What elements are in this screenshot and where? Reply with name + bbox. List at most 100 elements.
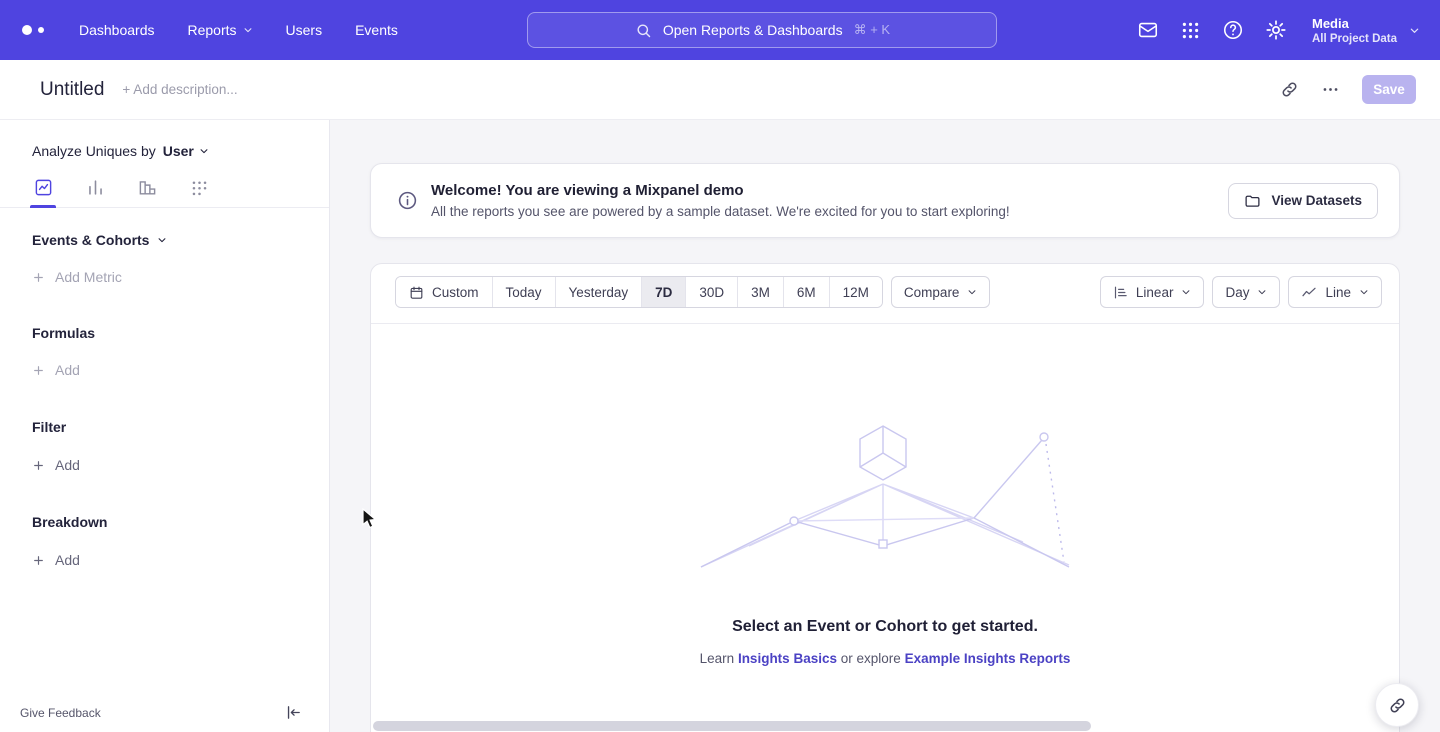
chevron-down-icon xyxy=(1181,287,1191,297)
apps-grid-icon[interactable] xyxy=(1180,20,1201,41)
range-30d-button[interactable]: 30D xyxy=(686,277,738,307)
help-icon[interactable] xyxy=(1222,19,1244,41)
range-6m-button[interactable]: 6M xyxy=(784,277,830,307)
tab-flows[interactable] xyxy=(185,178,213,207)
range-label: Today xyxy=(506,285,542,300)
analyze-row: Analyze Uniques by User xyxy=(0,143,329,159)
nav-item-users[interactable]: Users xyxy=(286,22,323,38)
chart-type-label: Line xyxy=(1325,285,1351,300)
range-12m-button[interactable]: 12M xyxy=(830,277,882,307)
section-label: Filter xyxy=(32,419,66,435)
folder-icon xyxy=(1244,192,1261,209)
add-formula-button[interactable]: Add xyxy=(32,362,297,378)
search-placeholder: Open Reports & Dashboards xyxy=(663,22,843,38)
compare-label: Compare xyxy=(904,285,960,300)
scale-label: Linear xyxy=(1136,285,1174,300)
learn-text: Learn xyxy=(700,651,735,666)
compare-dropdown[interactable]: Compare xyxy=(891,276,991,308)
mixpanel-logo[interactable] xyxy=(22,25,44,35)
horizontal-scrollbar-thumb[interactable] xyxy=(373,721,1091,731)
range-label: 30D xyxy=(699,285,724,300)
chevron-down-icon xyxy=(1257,287,1267,297)
give-feedback-link[interactable]: Give Feedback xyxy=(20,706,101,720)
example-insights-reports-link[interactable]: Example Insights Reports xyxy=(905,651,1071,666)
chart-display-controls: Linear Day Line xyxy=(1100,276,1382,308)
range-today-button[interactable]: Today xyxy=(493,277,556,307)
insights-basics-link[interactable]: Insights Basics xyxy=(738,651,837,666)
project-workspace: All Project Data xyxy=(1312,33,1397,45)
visualization-tabs xyxy=(0,178,329,208)
logo-dot-large xyxy=(22,25,32,35)
tab-funnel[interactable] xyxy=(133,178,161,207)
nav-right-actions: Media All Project Data xyxy=(1137,16,1420,45)
empty-state-title: Select an Event or Cohort to get started… xyxy=(732,618,1038,636)
copy-link-icon[interactable] xyxy=(1280,80,1299,99)
date-range-segmented-control: Custom Today Yesterday 7D 30D 3M 6M 12M xyxy=(395,276,883,308)
chart-toolbar: Custom Today Yesterday 7D 30D 3M 6M 12M … xyxy=(371,264,1399,324)
range-label: 6M xyxy=(797,285,816,300)
add-label: Add xyxy=(55,362,80,378)
logo-dot-small xyxy=(38,27,44,33)
link-icon xyxy=(1388,696,1407,715)
share-link-fab[interactable] xyxy=(1375,683,1419,727)
interval-dropdown[interactable]: Day xyxy=(1212,276,1280,308)
add-filter-button[interactable]: Add xyxy=(32,457,297,473)
tab-insights[interactable] xyxy=(29,178,57,207)
add-description-field[interactable]: + Add description... xyxy=(122,82,237,97)
header-actions: Save xyxy=(1280,75,1416,104)
report-title[interactable]: Untitled xyxy=(40,79,104,101)
analyze-by-dropdown[interactable]: User xyxy=(163,143,209,159)
analyze-label: Analyze Uniques by xyxy=(32,143,156,159)
chevron-down-icon xyxy=(157,235,167,245)
top-navbar: Dashboards Reports Users Events Open Rep… xyxy=(0,0,1440,60)
line-chart-icon xyxy=(1301,284,1317,300)
nav-item-events[interactable]: Events xyxy=(355,22,398,38)
plus-icon xyxy=(32,271,45,284)
line-chart-frame-icon xyxy=(34,178,53,197)
bar-chart-icon xyxy=(86,178,105,197)
breakdown-section: Breakdown xyxy=(32,514,297,530)
query-builder-sidebar: Analyze Uniques by User Events & Cohorts xyxy=(0,120,330,732)
nav-item-label: Users xyxy=(286,22,323,38)
range-7d-button[interactable]: 7D xyxy=(642,277,686,307)
range-custom-button[interactable]: Custom xyxy=(396,277,493,307)
banner-title: Welcome! You are viewing a Mixpanel demo xyxy=(431,182,1010,199)
chevron-down-icon xyxy=(1409,25,1420,36)
view-datasets-button[interactable]: View Datasets xyxy=(1228,183,1378,219)
view-datasets-label: View Datasets xyxy=(1271,193,1362,208)
range-3m-button[interactable]: 3M xyxy=(738,277,784,307)
sidebar-footer: Give Feedback xyxy=(0,704,329,732)
scale-dropdown[interactable]: Linear xyxy=(1100,276,1205,308)
save-button[interactable]: Save xyxy=(1362,75,1416,104)
nav-item-dashboards[interactable]: Dashboards xyxy=(79,22,155,38)
tab-bar-chart[interactable] xyxy=(81,178,109,207)
chart-type-dropdown[interactable]: Line xyxy=(1288,276,1382,308)
search-icon xyxy=(635,22,652,39)
interval-label: Day xyxy=(1225,285,1249,300)
wireframe-illustration xyxy=(699,424,1071,576)
plus-icon xyxy=(32,459,45,472)
empty-state-links: Learn Insights Basics or explore Example… xyxy=(700,651,1071,666)
chevron-down-icon xyxy=(243,25,253,35)
settings-gear-icon[interactable] xyxy=(1265,19,1287,41)
info-icon xyxy=(397,190,418,211)
more-options-icon[interactable] xyxy=(1321,80,1340,99)
events-cohorts-section[interactable]: Events & Cohorts xyxy=(32,232,297,248)
collapse-sidebar-icon[interactable] xyxy=(285,704,302,721)
range-label: 12M xyxy=(843,285,869,300)
project-switcher[interactable]: Media All Project Data xyxy=(1312,16,1420,45)
inbox-icon[interactable] xyxy=(1137,19,1159,41)
funnel-steps-icon xyxy=(138,178,157,197)
range-yesterday-button[interactable]: Yesterday xyxy=(556,277,643,307)
flows-dots-icon xyxy=(190,178,209,197)
plus-icon xyxy=(32,364,45,377)
nav-item-reports[interactable]: Reports xyxy=(188,22,253,38)
add-breakdown-button[interactable]: Add xyxy=(32,552,297,568)
filter-section: Filter xyxy=(32,419,297,435)
plus-icon xyxy=(32,554,45,567)
add-metric-button[interactable]: Add Metric xyxy=(32,269,297,285)
global-search-input[interactable]: Open Reports & Dashboards ⌘ + K xyxy=(527,12,997,48)
primary-nav: Dashboards Reports Users Events xyxy=(79,22,398,38)
banner-subtitle: All the reports you see are powered by a… xyxy=(431,204,1010,219)
section-label: Breakdown xyxy=(32,514,107,530)
